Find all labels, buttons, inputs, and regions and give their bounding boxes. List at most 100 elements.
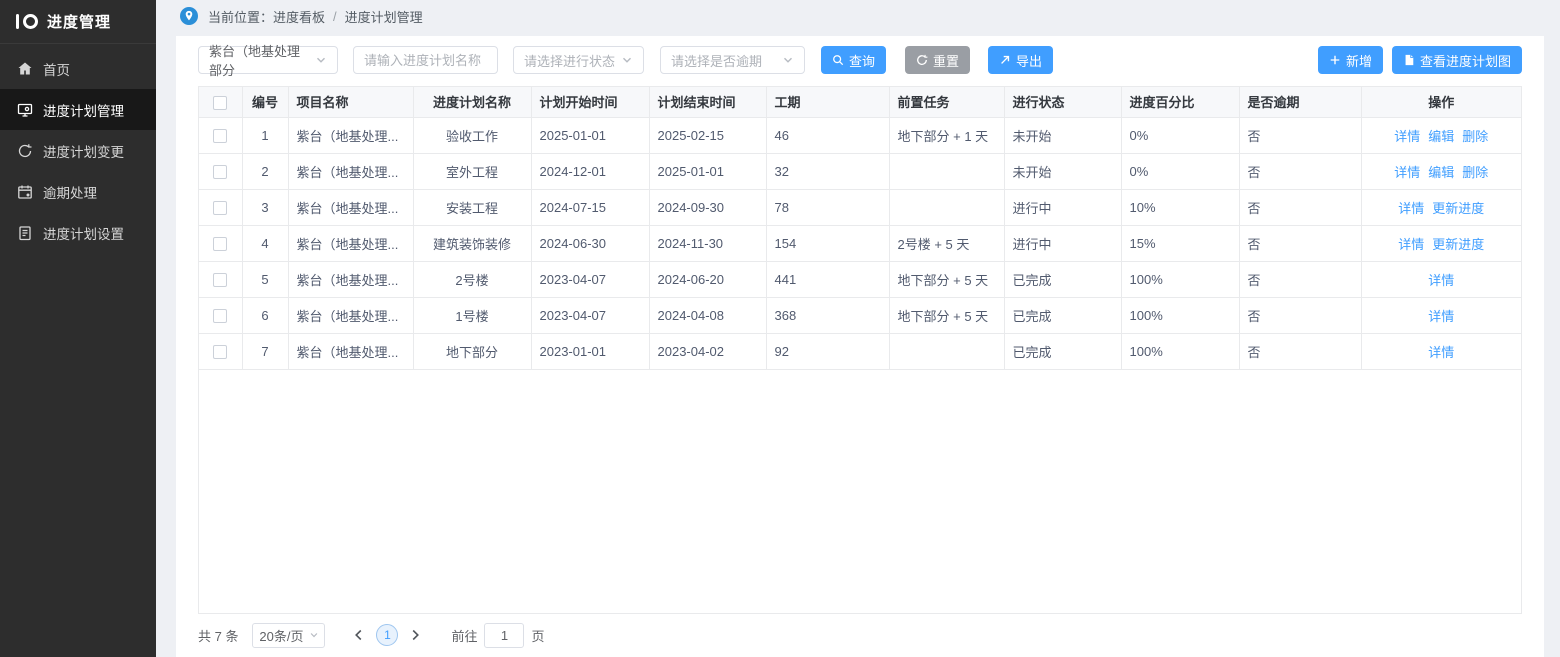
export-button[interactable]: 导出	[988, 46, 1053, 74]
cell-duration: 92	[766, 333, 889, 369]
cell-no: 4	[242, 225, 288, 261]
page-number-1[interactable]: 1	[376, 624, 398, 646]
refresh-icon	[916, 54, 928, 66]
sidebar-item-label: 首页	[43, 59, 70, 79]
detail-link[interactable]: 详情	[1398, 201, 1424, 216]
search-icon	[832, 54, 844, 66]
status-select-placeholder: 请选择进行状态	[524, 51, 615, 70]
cell-no: 5	[242, 261, 288, 297]
detail-link[interactable]: 详情	[1394, 165, 1420, 180]
cell-end: 2024-06-20	[649, 261, 766, 297]
column-header: 计划开始时间	[531, 87, 649, 117]
column-header: 进度百分比	[1121, 87, 1239, 117]
prev-page-button[interactable]	[347, 623, 371, 647]
row-checkbox[interactable]	[213, 165, 227, 179]
cell-actions: 详情	[1361, 297, 1521, 333]
cell-status: 已完成	[1004, 261, 1121, 297]
row-checkbox[interactable]	[213, 345, 227, 359]
detail-link[interactable]: 详情	[1428, 309, 1454, 324]
table-row: 2紫台（地基处理...室外工程2024-12-012025-01-0132未开始…	[199, 153, 1521, 189]
plan-name-input[interactable]	[353, 46, 498, 74]
cell-project: 紫台（地基处理...	[288, 333, 413, 369]
sidebar-item-plan-management[interactable]: 进度计划管理	[0, 89, 156, 130]
breadcrumb-item-dashboard[interactable]: 进度看板	[273, 7, 325, 26]
cell-predecessor	[889, 333, 1004, 369]
delete-link[interactable]: 删除	[1462, 165, 1488, 180]
row-checkbox[interactable]	[213, 273, 227, 287]
cell-end: 2024-09-30	[649, 189, 766, 225]
goto-suffix: 页	[531, 626, 544, 645]
cell-status: 已完成	[1004, 333, 1121, 369]
detail-link[interactable]: 详情	[1428, 345, 1454, 360]
overdue-select[interactable]: 请选择是否逾期	[660, 46, 805, 74]
edit-link[interactable]: 编辑	[1428, 129, 1454, 144]
cell-end: 2023-04-02	[649, 333, 766, 369]
goto-page-input[interactable]	[484, 623, 524, 648]
table-row: 5紫台（地基处理...2号楼2023-04-072024-06-20441地下部…	[199, 261, 1521, 297]
update-progress-link[interactable]: 更新进度	[1432, 201, 1484, 216]
sidebar-item-home[interactable]: 首页	[0, 48, 156, 89]
project-select[interactable]: 紫台（地基处理部分	[198, 46, 338, 74]
calendar-icon	[17, 184, 33, 200]
edit-link[interactable]: 编辑	[1428, 165, 1454, 180]
cell-plan: 室外工程	[413, 153, 531, 189]
cell-status: 未开始	[1004, 117, 1121, 153]
table-row: 3紫台（地基处理...安装工程2024-07-152024-09-3078进行中…	[199, 189, 1521, 225]
table-row: 1紫台（地基处理...验收工作2025-01-012025-02-1546地下部…	[199, 117, 1521, 153]
column-header: 工期	[766, 87, 889, 117]
cell-no: 1	[242, 117, 288, 153]
cell-project: 紫台（地基处理...	[288, 225, 413, 261]
status-select[interactable]: 请选择进行状态	[513, 46, 644, 74]
cell-project: 紫台（地基处理...	[288, 189, 413, 225]
cell-plan: 安装工程	[413, 189, 531, 225]
breadcrumb: 当前位置： 进度看板 / 进度计划管理	[156, 0, 1560, 32]
column-header: 编号	[242, 87, 288, 117]
chevron-down-icon	[621, 54, 633, 66]
cell-predecessor: 地下部分 + 5 天	[889, 297, 1004, 333]
cell-duration: 368	[766, 297, 889, 333]
row-checkbox[interactable]	[213, 309, 227, 323]
update-progress-link[interactable]: 更新进度	[1432, 237, 1484, 252]
detail-link[interactable]: 详情	[1398, 237, 1424, 252]
cell-no: 6	[242, 297, 288, 333]
delete-link[interactable]: 删除	[1462, 129, 1488, 144]
filter-toolbar: 紫台（地基处理部分 请选择进行状态 请选择是否逾期 查询	[198, 46, 1522, 74]
column-header: 进行状态	[1004, 87, 1121, 117]
cell-overdue: 否	[1239, 297, 1361, 333]
detail-link[interactable]: 详情	[1428, 273, 1454, 288]
reset-button[interactable]: 重置	[905, 46, 970, 74]
add-button[interactable]: 新增	[1318, 46, 1383, 74]
cell-end: 2024-04-08	[649, 297, 766, 333]
page-size-select[interactable]: 20条/页	[252, 623, 325, 648]
cell-end: 2025-01-01	[649, 153, 766, 189]
plus-icon	[1329, 54, 1341, 66]
cell-plan: 验收工作	[413, 117, 531, 153]
sidebar-item-plan-change[interactable]: 进度计划变更	[0, 130, 156, 171]
column-header: 前置任务	[889, 87, 1004, 117]
detail-link[interactable]: 详情	[1394, 129, 1420, 144]
sidebar-item-overdue-handle[interactable]: 逾期处理	[0, 171, 156, 212]
page-size-value: 20条/页	[259, 626, 303, 645]
cell-percent: 100%	[1121, 297, 1239, 333]
cell-start: 2023-04-07	[531, 297, 649, 333]
sidebar-item-plan-settings[interactable]: 进度计划设置	[0, 212, 156, 253]
row-checkbox[interactable]	[213, 129, 227, 143]
cell-overdue: 否	[1239, 117, 1361, 153]
column-header: 是否逾期	[1239, 87, 1361, 117]
cell-overdue: 否	[1239, 225, 1361, 261]
row-checkbox[interactable]	[213, 201, 227, 215]
cell-start: 2024-07-15	[531, 189, 649, 225]
sidebar-item-label: 进度计划管理	[43, 100, 124, 120]
next-page-button[interactable]	[403, 623, 427, 647]
cell-status: 进行中	[1004, 225, 1121, 261]
column-header: 操作	[1361, 87, 1521, 117]
goto-label: 前往	[451, 626, 477, 645]
row-checkbox[interactable]	[213, 237, 227, 251]
select-all-checkbox[interactable]	[213, 96, 227, 110]
breadcrumb-label: 当前位置：	[208, 7, 273, 26]
search-button[interactable]: 查询	[821, 46, 886, 74]
cell-start: 2024-06-30	[531, 225, 649, 261]
cell-start: 2023-04-07	[531, 261, 649, 297]
cell-actions: 详情更新进度	[1361, 189, 1521, 225]
view-plan-chart-button[interactable]: 查看进度计划图	[1392, 46, 1522, 74]
